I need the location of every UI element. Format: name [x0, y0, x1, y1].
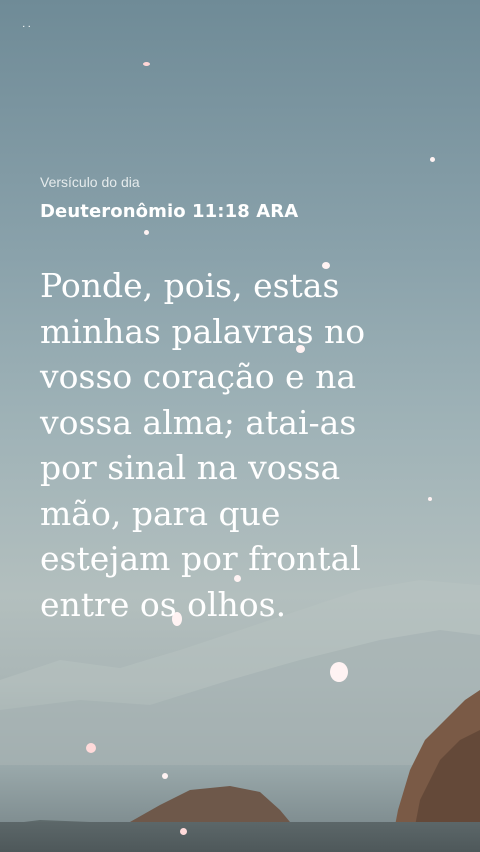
- light-speck: [162, 773, 168, 779]
- verse-line: vossa alma; atai-as: [40, 402, 357, 442]
- bottom-band: [0, 822, 480, 852]
- verse-of-day-label: Versículo do dia: [40, 174, 140, 190]
- verse-line: entre os olhos.: [40, 584, 287, 624]
- verse-line: mão, para que: [40, 493, 281, 533]
- verse-line: Ponde, pois, estas: [40, 266, 340, 305]
- light-speck: [86, 743, 96, 753]
- verse-line: vosso coração e na: [40, 357, 356, 396]
- light-speck: [330, 662, 348, 682]
- light-speck: [144, 230, 149, 235]
- verse-reference[interactable]: Deuteronômio 11:18 ARA: [40, 201, 298, 222]
- verse-line: minhas palavras no: [40, 311, 366, 351]
- verse-line: por sinal na vossa: [40, 448, 341, 487]
- verse-text: Ponde, pois, estas minhas palavras no vo…: [40, 263, 460, 627]
- status-indicator: ˙˙: [22, 23, 34, 39]
- verse-line: estejam por frontal: [40, 539, 361, 578]
- light-speck: [180, 828, 187, 835]
- light-speck: [430, 157, 435, 162]
- light-speck: [143, 62, 150, 66]
